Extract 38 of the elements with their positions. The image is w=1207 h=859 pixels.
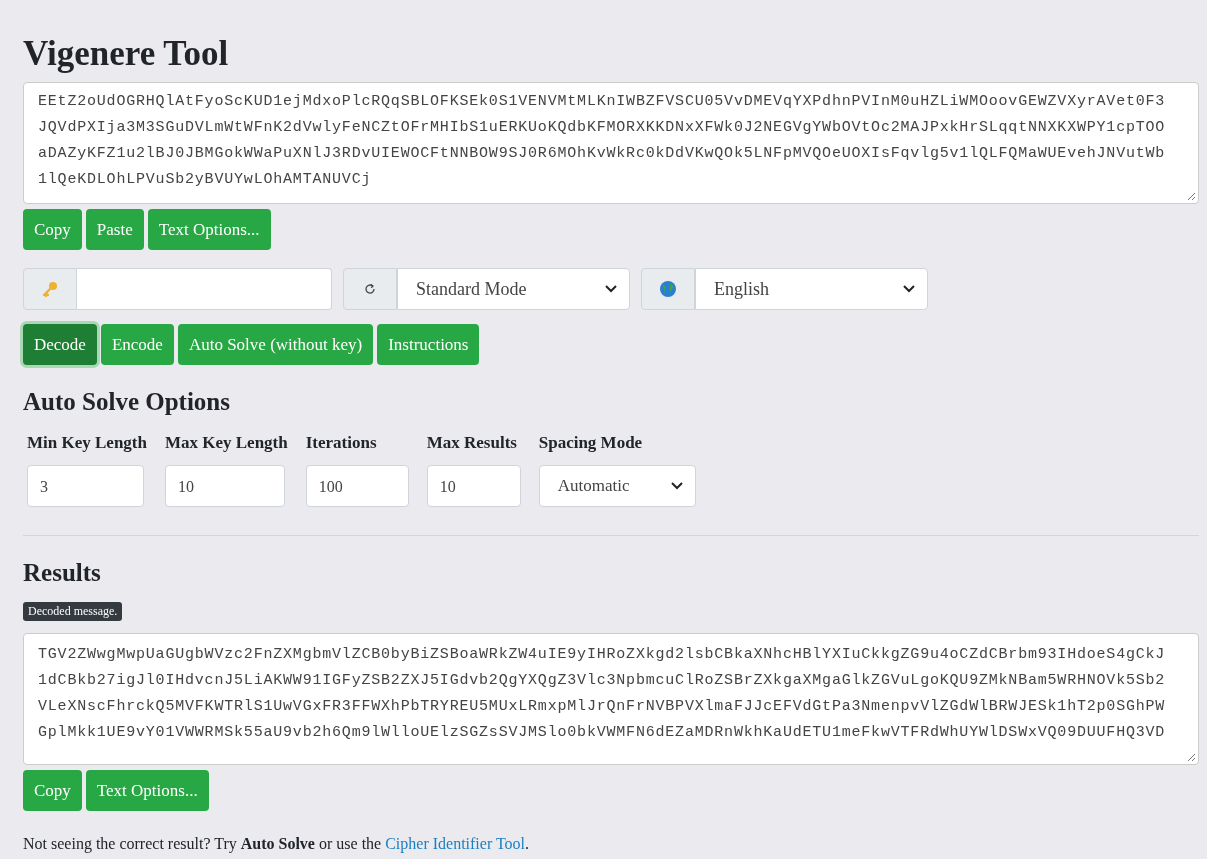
spacing-mode-select[interactable]: Automatic [538,465,696,507]
mode-action-button[interactable]: Encode [100,324,174,365]
resize-grip-icon[interactable] [1187,192,1196,201]
language-select[interactable]: English [695,268,928,310]
hint-text: Not seeing the correct result? Try Auto Solve or use the [23,835,382,852]
option-input-field[interactable]: 3 [27,465,144,507]
text-action-button[interactable]: Text Options... [147,209,271,250]
status-badge: Decoded message. [23,602,123,621]
period-text: . [525,835,530,852]
section-heading: Auto Solve Options [23,387,231,417]
text-action-button[interactable]: Copy [23,770,82,811]
option-label: Spacing Mode [538,433,644,453]
mode-select[interactable]: Standard Mode [397,268,630,310]
mode-action-button[interactable]: Decode [23,324,97,365]
key-icon [41,280,59,298]
text-action-button[interactable]: Copy [23,209,82,250]
chevron-down-icon [670,482,683,490]
resize-grip-icon[interactable] [1187,753,1196,762]
key-input-field[interactable] [77,268,332,310]
option-label: Min Key Length [27,433,147,453]
option-input-field[interactable]: 10 [426,465,521,507]
option-input-field[interactable]: 100 [305,465,409,507]
text-action-button[interactable]: Text Options... [85,770,209,811]
mode-action-button[interactable]: Instructions [377,324,480,365]
section-heading: Results [23,558,102,588]
option-label: Iterations [305,433,378,453]
option-input-field[interactable]: 10 [164,465,285,507]
mode-action-button[interactable]: Auto Solve (without key) [177,324,374,365]
chevron-down-icon [605,285,617,293]
refresh-icon [363,282,377,296]
option-label: Max Results [426,433,518,453]
globe-icon [659,280,677,298]
chevron-down-icon [903,285,915,293]
page-title: Vigenere Tool [23,34,230,74]
result-text-area[interactable]: TGV2ZWwgMwpUaGUgbWVzc2FnZXMgbmVlZCB0byBiZSBoaWRkZW4uIE9yIHRoZXkgd2lsbCBkaXNhcHBlYXIuCkkgZG9u4oCZdCBrbm93IHdoeS4gCkJ 1dCBkb27igJl0IHdvcnJ5LiAKWW91IGFyZSB2ZXJ5IGdvb2QgYXQgZ3Vlc3NpbmcuClRoZSBrZXkgaXMgaGlkZGVuLgoKQU9ZMkNBam5WRHNOVk5Sb2 VLeXNscFhrckQ5MVFKWTRlS1UwVGxFR3FFWXhPbTRYREU5MUxLRmxpMlJrQnFrNVBPVXlmaFJJcEFVdGtPa3NmenpvVlZGdWlBRWJESk1hT2p0SGhPW GplMkk1UE9vY01VWWRMSk55aU9vb2h6Qm9lWlloUElzSGZsSVJMSlo0bkVWMFN6dEZaMDRnWkhKaUdETU1meFkwVTFRdWhUYWlDSWxVQ09DUUFHQ3VD [23,633,1199,765]
text-action-button[interactable]: Paste [85,209,144,250]
option-label: Max Key Length [164,433,288,453]
input-text-area[interactable]: EEtZ2oUdOGRHQlAtFyoScKUD1ejMdxoPlcRQqSBLOFKSEk0S1VENVMtMLKnIWBZFVSCU05VvDMEVqYXPdhnPVInM0uHZLiWMOoovGEWZVXyrAVet0F3 JQVdPXIja3M3SGuDVLmWtWFnK2dVwlyFeNCZtOFrMHIbS1uERKUoKQdbKFMORXKKDNxXFWk0J2NEGVgYWbOVtOc2MAJPxkHrSLqqtNNXKXWPY1cpTOO aDAZyKFZ1u2lBJ0JBMGokWWaPuXNlJ3RDvUIEWOCFtNNBOW9SJ0R6MOhKvWkRc0kDdVKwQOk5LNFpMVQOeUOXIsFqvlg5v1lQLFQMaWUEvehJNVutWb 1lQeKDLOhLPVuSb2yBVUYwLOhAMTANUVCj [23,82,1199,204]
